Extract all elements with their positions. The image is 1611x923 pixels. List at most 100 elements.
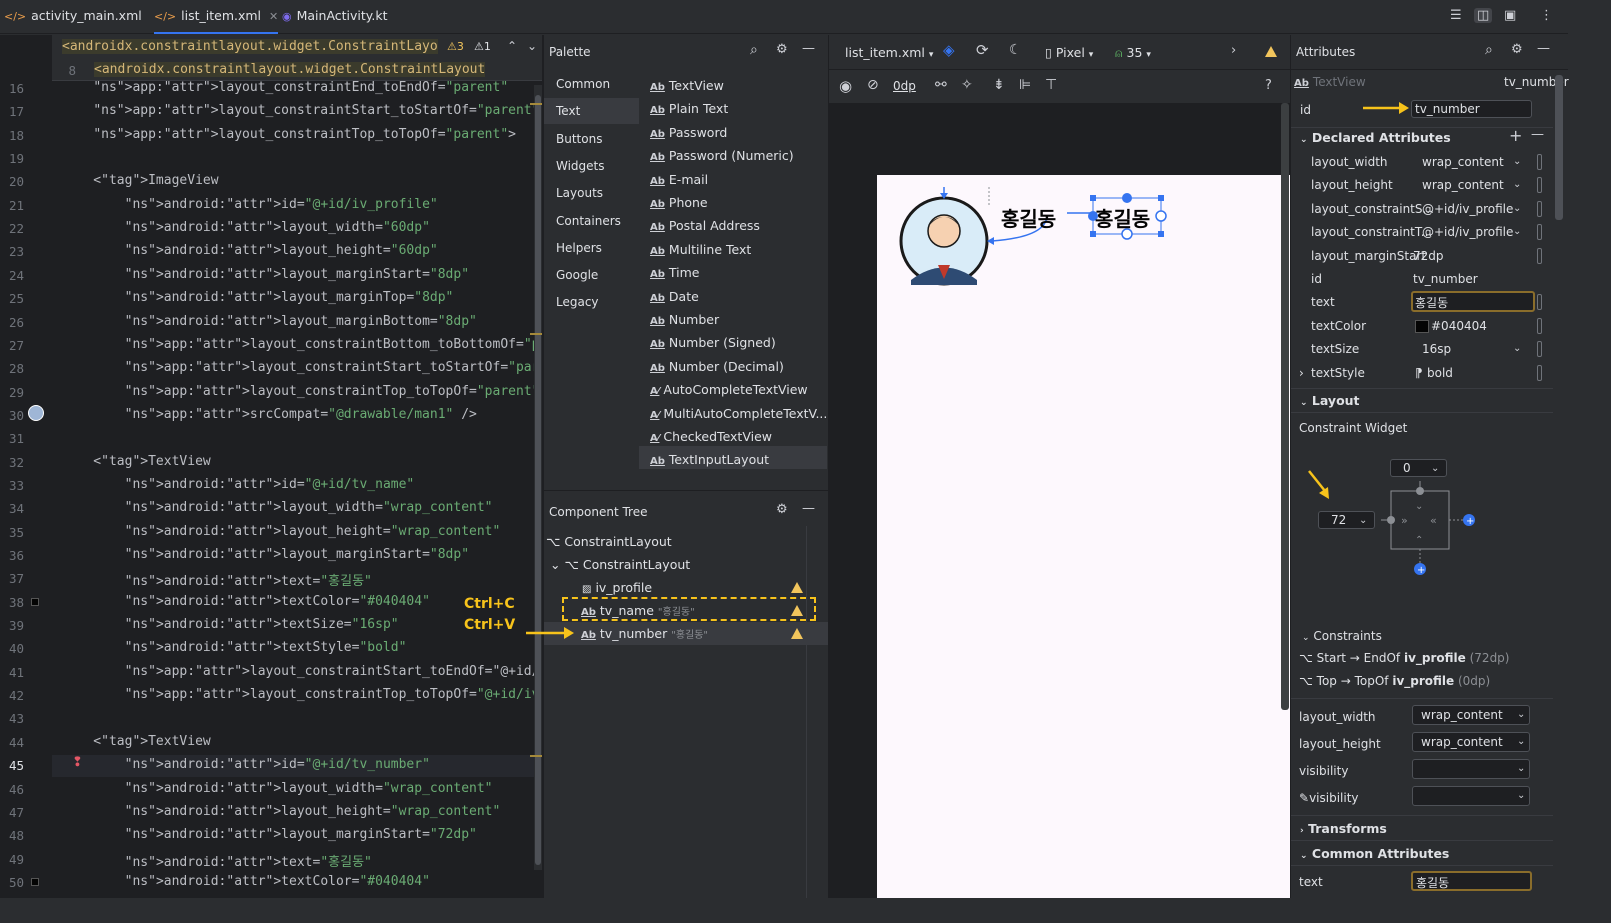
attr-value[interactable]: wrap_content — [1422, 178, 1504, 192]
palette-item[interactable]: Ab Password (Numeric) — [650, 148, 794, 163]
chevron-down-icon[interactable]: ⌄ — [1513, 226, 1521, 237]
code-line[interactable]: "ns">android:"attr">textStyle="bold" — [62, 640, 407, 655]
palette-item[interactable]: Ab Password — [650, 125, 727, 140]
tree-item-constraint-layout[interactable]: ⌄ ⌥ ConstraintLayout — [550, 557, 690, 572]
attr-value[interactable]: 16sp — [1422, 342, 1451, 356]
code-line[interactable]: "ns">android:"attr">text="홍길동" — [62, 570, 372, 589]
warning-count-icon[interactable]: ⚠3 — [447, 40, 464, 53]
error-stripe-marker[interactable] — [530, 755, 542, 757]
sticky-line[interactable]: <androidx.constraintlayout.widget.Constr… — [62, 39, 438, 54]
tree-item-iv-profile[interactable]: ▨ iv_profile — [582, 580, 652, 595]
code-line[interactable]: "ns">android:"attr">layout_marginStart="… — [62, 267, 469, 282]
tab-activity-main[interactable]: </> activity_main.xml — [4, 0, 142, 34]
palette-item[interactable]: Ab TextView — [650, 78, 724, 93]
design-mode-icon[interactable]: ◈ — [943, 41, 955, 59]
layout-width-select[interactable]: wrap_content ⌄ — [1412, 705, 1530, 725]
minimize-icon[interactable]: — — [1537, 41, 1550, 56]
code-line[interactable]: "ns">android:"attr">textColor="#040404" — [62, 594, 430, 609]
file-selector[interactable]: list_item.xml ▾ — [845, 45, 933, 60]
code-line[interactable]: "ns">app:"attr">layout_constraintStart_t… — [62, 664, 542, 679]
text-attr-input[interactable]: 홍길동 — [1411, 291, 1535, 313]
code-line[interactable]: "ns">android:"attr">layout_marginTop="8d… — [62, 290, 454, 305]
code-view-icon[interactable]: ☰ — [1450, 8, 1462, 23]
palette-category-containers[interactable]: Containers — [556, 214, 621, 228]
attr-value[interactable]: wrap_content — [1422, 155, 1504, 169]
code-line[interactable]: "ns">android:"attr">textSize="16sp" — [62, 617, 399, 632]
palette-category-layouts[interactable]: Layouts — [556, 186, 603, 200]
close-tab-icon[interactable]: ✕ — [269, 10, 278, 23]
chevron-down-icon[interactable]: ⌄ — [1513, 156, 1521, 167]
remove-attribute-icon[interactable]: — — [1531, 127, 1544, 142]
minimize-icon[interactable]: — — [802, 41, 815, 56]
chevron-down-icon[interactable]: ⌄ — [1513, 179, 1521, 190]
palette-category-helpers[interactable]: Helpers — [556, 241, 602, 255]
code-line[interactable]: "ns">app:"attr">layout_constraintEnd_toE… — [62, 80, 508, 95]
search-icon[interactable]: ⌕ — [1485, 42, 1493, 58]
tab-main-activity[interactable]: ◉ MainActivity.kt — [282, 0, 388, 34]
common-attributes-header[interactable]: ⌄ Common Attributes — [1300, 846, 1449, 861]
magnet-icon[interactable]: ⊘ — [867, 77, 879, 93]
declared-attributes-header[interactable]: ⌄ Declared Attributes — [1300, 130, 1451, 145]
chevron-right-icon[interactable]: › — [1231, 43, 1236, 58]
night-mode-icon[interactable]: ☾ — [1009, 42, 1022, 58]
attr-binding-icon[interactable] — [1537, 200, 1542, 217]
pack-icon[interactable]: ⇟ — [993, 77, 1005, 93]
palette-item[interactable]: Ab Multiline Text — [650, 242, 751, 257]
attr-value[interactable]: @+id/iv_profile — [1422, 202, 1513, 216]
tools-visibility-select[interactable]: ⌄ — [1412, 786, 1530, 806]
palette-category-text[interactable]: Text — [544, 98, 639, 125]
tab-list-item[interactable]: </> list_item.xml ✕ — [154, 0, 279, 34]
palette-item[interactable]: Ab E-mail — [650, 172, 708, 187]
transforms-header[interactable]: › Transforms — [1300, 821, 1387, 836]
visibility-select[interactable]: ⌄ — [1412, 759, 1530, 779]
palette-category-google[interactable]: Google — [556, 268, 598, 282]
eye-icon[interactable]: ◉ — [839, 77, 852, 95]
code-line[interactable]: "ns">app:"attr">layout_constraintTop_toT… — [62, 384, 540, 399]
gear-icon[interactable]: ⚙ — [1511, 42, 1523, 57]
warning-icon[interactable] — [791, 605, 803, 616]
palette-item[interactable]: Ab Phone — [650, 195, 708, 210]
gear-icon[interactable]: ⚙ — [776, 42, 788, 57]
code-line[interactable]: <"tag">ImageView — [62, 173, 218, 188]
chevron-up-icon[interactable]: ⌃ — [507, 39, 517, 53]
code-line[interactable]: <"tag">TextView — [62, 734, 210, 749]
scroll-thumb[interactable] — [535, 95, 541, 865]
warning-icon[interactable] — [791, 582, 803, 593]
design-surface[interactable]: list_item.xml ▾ ◈ ⟳ ☾ ▯ Pixel ▾ ⍝ 35 ▾ ›… — [829, 35, 1290, 898]
color-swatch-icon[interactable] — [31, 598, 39, 606]
editor-scrollbar[interactable] — [534, 85, 542, 870]
code-line[interactable]: "ns">android:"attr">layout_marginStart="… — [62, 827, 477, 842]
design-view-icon[interactable]: ▣ — [1504, 8, 1516, 23]
palette-item[interactable]: Ab Number (Signed) — [650, 335, 776, 350]
constraint-top[interactable]: ⌥ Top → TopOf iv_profile (0dp) — [1299, 674, 1490, 688]
layout-height-select[interactable]: wrap_content ⌄ — [1412, 732, 1530, 752]
search-icon[interactable]: ⌕ — [750, 42, 758, 58]
common-text-input[interactable]: 홍길동 — [1411, 871, 1532, 891]
attr-binding-icon[interactable] — [1537, 364, 1542, 381]
error-bulb-icon[interactable]: ❢ — [72, 755, 83, 770]
clear-constraints-icon[interactable]: ⚯ — [935, 77, 947, 93]
code-line[interactable]: "ns">app:"attr">layout_constraintStart_t… — [62, 103, 539, 118]
api-selector[interactable]: ⍝ 35 ▾ — [1115, 45, 1151, 61]
layout-section-header[interactable]: ⌄ Layout — [1300, 393, 1360, 408]
code-line[interactable]: <"tag">TextView — [62, 454, 210, 469]
palette-item[interactable]: A⁄ CheckedTextView — [650, 429, 772, 444]
attr-binding-icon[interactable] — [1537, 247, 1542, 264]
palette-item[interactable]: Ab Date — [650, 289, 699, 304]
attr-value[interactable]: 72dp — [1413, 249, 1444, 263]
sticky-line[interactable]: <androidx.constraintlayout.widget.Constr… — [94, 62, 486, 77]
weak-warning-count-icon[interactable]: ⚠1 — [474, 40, 491, 53]
minimize-icon[interactable]: — — [802, 501, 815, 516]
attr-binding-icon[interactable] — [1537, 154, 1542, 170]
palette-category-buttons[interactable]: Buttons — [556, 132, 602, 146]
color-swatch-icon[interactable] — [1415, 319, 1429, 333]
palette-category-widgets[interactable]: Widgets — [556, 159, 605, 173]
palette-item[interactable]: Ab TextInputLayout — [650, 452, 769, 467]
layout-preview[interactable]: 홍길동 홍길동 — [877, 175, 1290, 898]
attr-value[interactable]: tv_number — [1413, 272, 1478, 286]
error-stripe-marker[interactable] — [530, 333, 542, 335]
error-stripe-marker[interactable] — [530, 103, 542, 105]
add-attribute-icon[interactable]: + — [1509, 126, 1522, 145]
palette-item[interactable]: Ab Time — [650, 265, 700, 280]
device-selector[interactable]: ▯ Pixel ▾ — [1045, 45, 1093, 60]
